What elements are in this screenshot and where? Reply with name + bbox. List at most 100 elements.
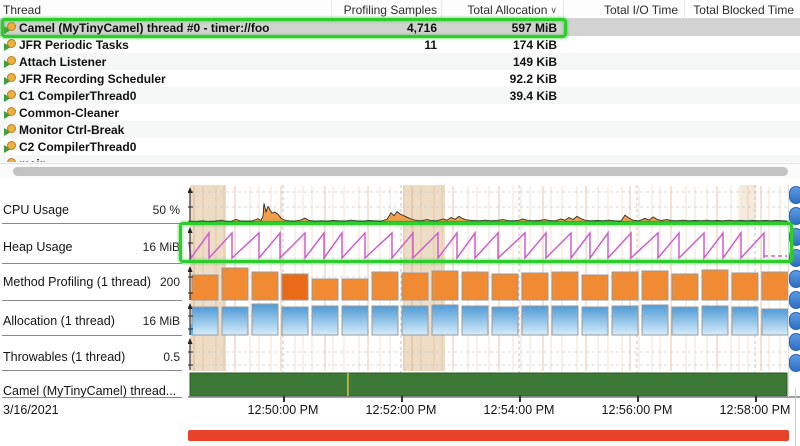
thread-name: Camel (MyTinyCamel) thread #0 - timer://… [19, 21, 270, 35]
column-header-total-io-time[interactable]: Total I/O Time [567, 3, 678, 17]
cell-samples: 4,716 [335, 21, 437, 35]
thread-table-rows: Camel (MyTinyCamel) thread #0 - timer://… [0, 19, 800, 162]
method-profiling-bar [372, 272, 398, 300]
table-row[interactable]: JFR Periodic Tasks11174 KiB [0, 36, 800, 53]
cell-alloc: 92.2 KiB [445, 72, 557, 86]
thread-name: Common-Cleaner [19, 106, 119, 120]
time-tick-mark [283, 396, 285, 402]
column-header-total-allocation[interactable]: Total Allocation∨ [445, 3, 557, 17]
allocation-bar [282, 307, 308, 335]
thread-icon [4, 141, 16, 153]
thread-name: JFR Recording Scheduler [19, 72, 166, 86]
time-tick-mark [637, 396, 639, 402]
thread-circle-icon [7, 158, 16, 162]
allocation-bar [642, 305, 668, 335]
time-tick-label: 12:50:00 PM [233, 403, 333, 417]
legend-pill-button[interactable] [789, 207, 800, 225]
thread-name: JFR Periodic Tasks [19, 38, 129, 52]
column-header-thread[interactable]: Thread [3, 3, 41, 17]
allocation-bar [552, 306, 578, 335]
thread-icon [4, 39, 16, 51]
method-profiling-bar [612, 272, 638, 300]
cell-alloc: 597 MiB [445, 21, 557, 35]
thread-circle-icon [7, 73, 16, 82]
time-tick-mark [401, 396, 403, 402]
legend-pill-button[interactable] [789, 249, 800, 267]
method-profiling-bar [192, 275, 218, 300]
allocation-bar [192, 307, 218, 335]
thread-icon [4, 158, 16, 162]
thread-icon [4, 73, 16, 85]
method-profiling-bar [582, 275, 608, 300]
method-profiling-bar [282, 274, 308, 300]
table-row[interactable]: Attach Listener149 KiB [0, 53, 800, 70]
cpu-usage-curve [189, 203, 787, 222]
legend-pill-button[interactable] [789, 354, 800, 372]
thread-name: Monitor Ctrl-Break [19, 123, 124, 137]
table-row[interactable]: main [0, 155, 800, 162]
legend-pill-button[interactable] [789, 291, 800, 309]
allocation-bar [252, 304, 278, 335]
thread-circle-icon [7, 90, 16, 99]
allocation-bar [492, 307, 518, 335]
table-row[interactable]: JFR Recording Scheduler 92.2 KiB [0, 70, 800, 87]
lane-separator [2, 223, 182, 224]
table-row[interactable]: C2 CompilerThread0 [0, 138, 800, 155]
allocation-bar [522, 306, 548, 335]
method-profiling-bar [522, 273, 548, 300]
allocation-bar [462, 306, 488, 335]
thread-circle-icon [7, 107, 16, 116]
method-profiling-bar [342, 279, 368, 300]
lane-axis-tick-label: 50 % [118, 203, 180, 217]
thread-table-header: Thread Profiling Samples Total Allocatio… [0, 0, 800, 19]
cell-alloc: 174 KiB [445, 38, 557, 52]
method-profiling-bar [642, 271, 668, 300]
legend-pill-button[interactable] [789, 228, 800, 246]
allocation-bar [312, 306, 338, 335]
table-row[interactable]: Camel (MyTinyCamel) thread #0 - timer://… [0, 19, 800, 36]
thread-name: Attach Listener [19, 55, 106, 69]
method-profiling-bar [462, 272, 488, 300]
time-tick-label: 12:58:00 PM [705, 403, 800, 417]
lane-axis-tick-label: 16 MiB [118, 314, 180, 328]
panel-edge-line [795, 388, 796, 446]
thread-circle-icon [7, 22, 16, 31]
table-row[interactable]: Monitor Ctrl-Break [0, 121, 800, 138]
method-profiling-bar [432, 271, 458, 300]
column-header-total-blocked-time[interactable]: Total Blocked Time [688, 3, 794, 17]
lane-separator [2, 397, 182, 398]
thread-icon [4, 90, 16, 102]
timeline-plot[interactable] [188, 185, 800, 398]
method-profiling-bar [222, 268, 248, 300]
thread-name: main [19, 157, 47, 162]
legend-pill-button[interactable] [789, 186, 800, 204]
allocation-bar [342, 306, 368, 335]
sort-descending-icon: ∨ [550, 5, 557, 15]
allocation-bar [372, 306, 398, 335]
scrollbar-thumb[interactable] [13, 167, 788, 176]
table-row[interactable]: C1 CompilerThread039.4 KiB [0, 87, 800, 104]
legend-pill-button[interactable] [789, 270, 800, 288]
table-horizontal-scrollbar[interactable] [0, 163, 800, 178]
time-tick-label: 12:54:00 PM [469, 403, 569, 417]
allocation-bar [702, 306, 728, 335]
allocation-bar [222, 307, 248, 335]
timeline-range-scrollbar[interactable] [188, 430, 789, 441]
allocation-bar [432, 305, 458, 335]
lane-label-cpu: CPU Usage [3, 203, 69, 217]
method-profiling-bar [252, 272, 278, 300]
lane-separator [2, 370, 182, 371]
time-tick-label: 12:56:00 PM [587, 403, 687, 417]
lane-axis-tick-label: 0.5 [118, 350, 180, 364]
legend-pill-button[interactable] [789, 312, 800, 330]
thread-circle-icon [7, 39, 16, 48]
legend-pill-button[interactable] [789, 333, 800, 351]
column-header-profiling-samples[interactable]: Profiling Samples [335, 3, 437, 17]
lane-axis-tick-label: 200 [118, 275, 180, 289]
camel-activity-span [190, 373, 787, 396]
lane-axis-tick-label: 16 MiB [118, 240, 180, 254]
thread-circle-icon [7, 141, 16, 150]
table-row[interactable]: Common-Cleaner [0, 104, 800, 121]
allocation-bar [612, 306, 638, 335]
thread-table: Thread Profiling Samples Total Allocatio… [0, 0, 800, 162]
